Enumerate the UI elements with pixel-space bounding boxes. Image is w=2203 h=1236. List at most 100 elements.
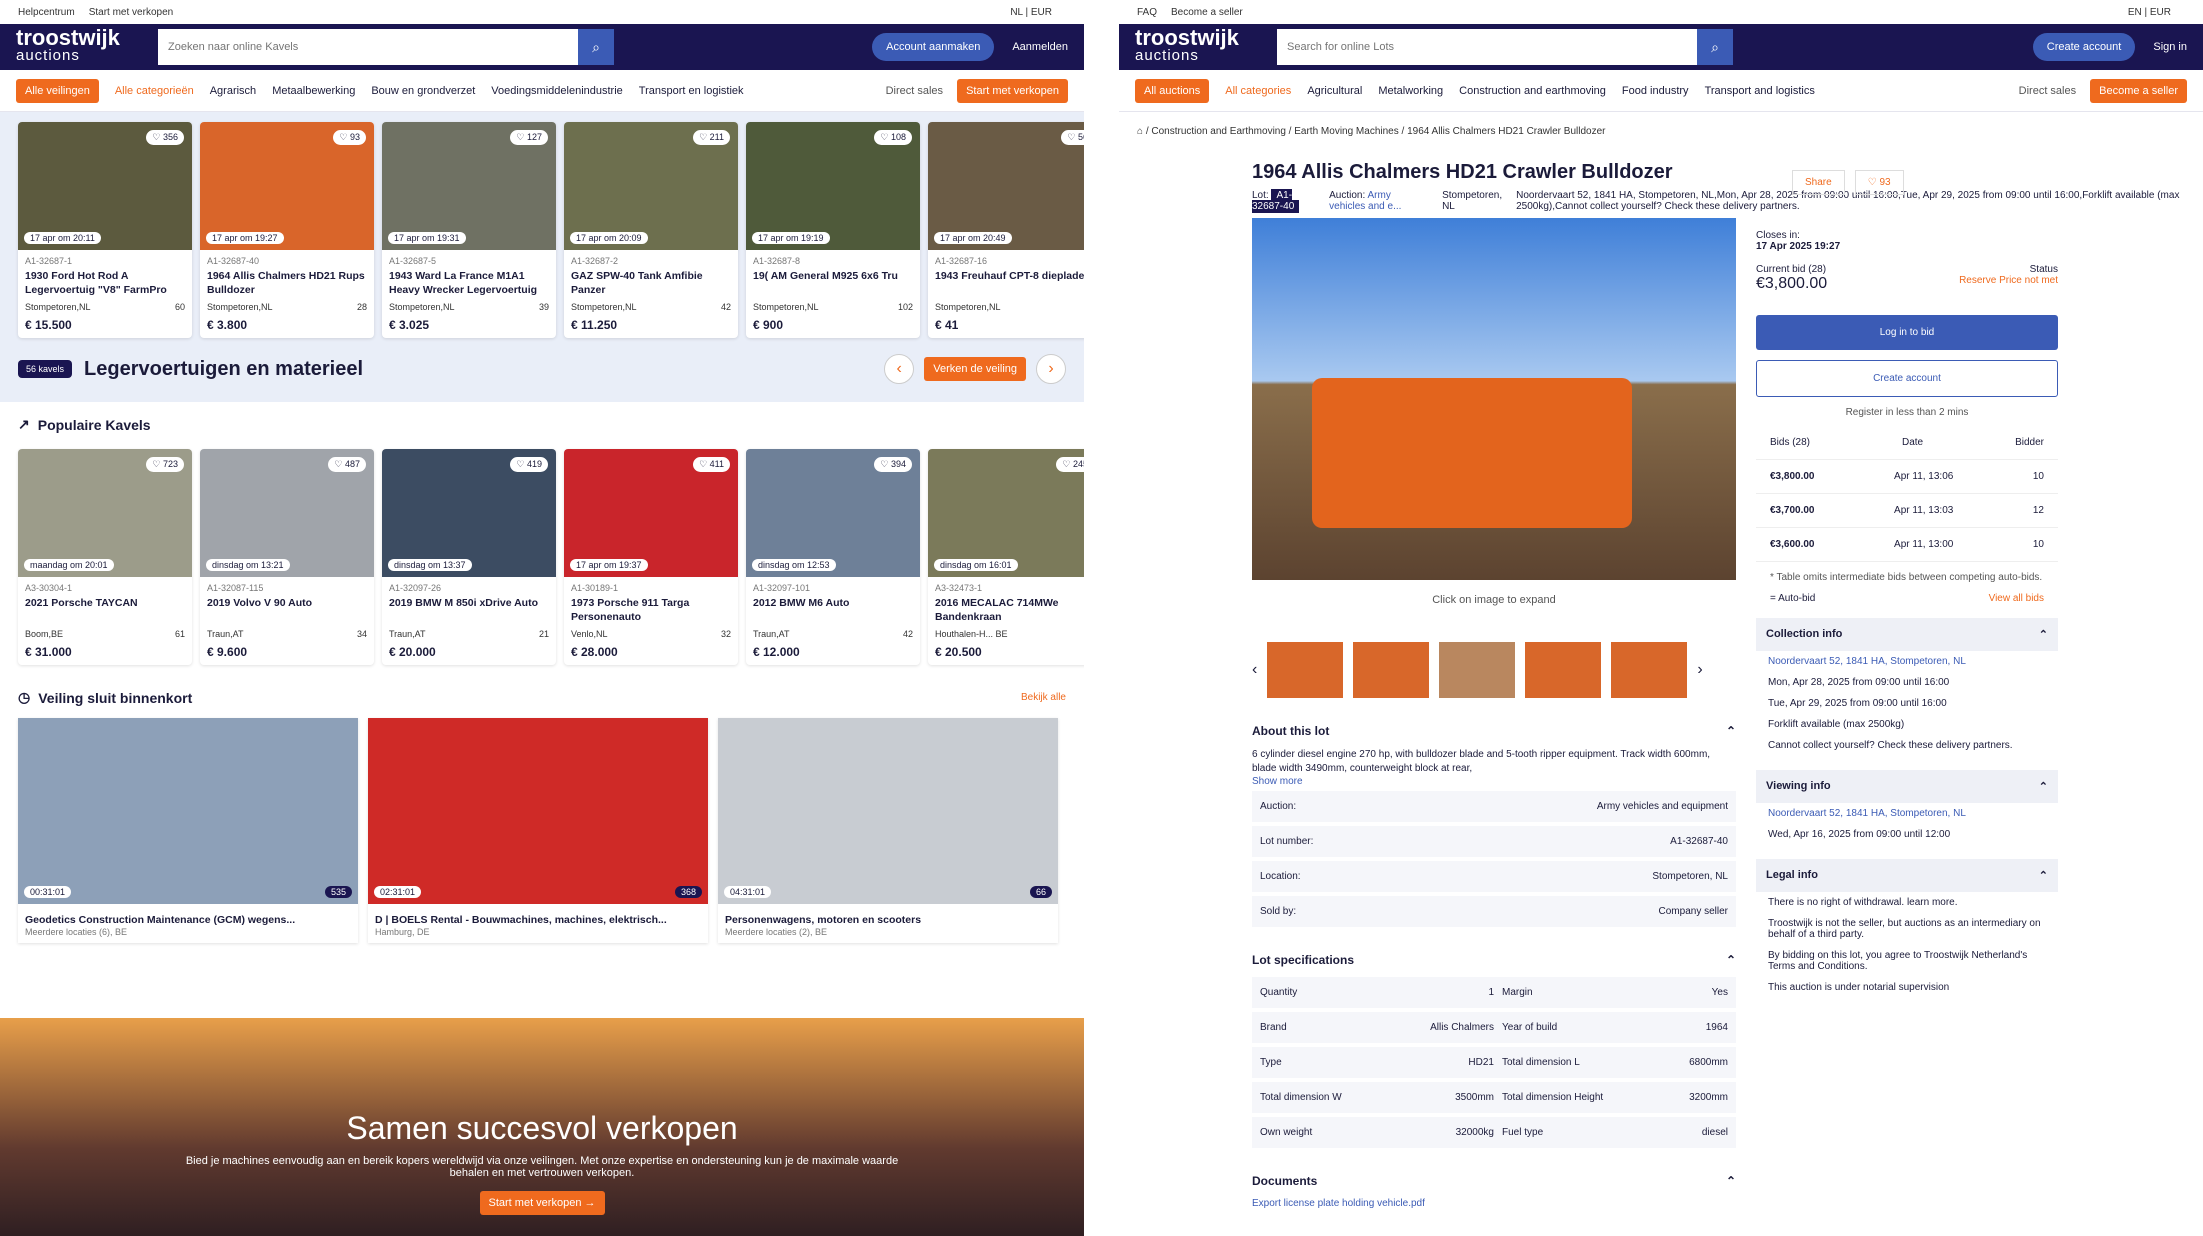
- search-button[interactable]: ⌕: [578, 29, 614, 65]
- auction-title: D | BOELS Rental - Bouwmachines, machine…: [375, 914, 667, 926]
- lot-location: Stompetoren,NL: [935, 302, 1001, 312]
- closing-time: dinsdag om 13:21: [206, 559, 290, 571]
- lot-card[interactable]: ♡ 419 dinsdag om 13:37 A1-32097-26 2019 BMW…: [382, 449, 556, 665]
- nav-item[interactable]: Transport en logistiek: [639, 85, 744, 97]
- nav-item[interactable]: Bouw en grondverzet: [371, 85, 475, 97]
- about-text: 6 cylinder diesel engine 270 hp, with bu…: [1252, 749, 1711, 774]
- logo[interactable]: troostwijk auctions: [16, 27, 136, 65]
- logo[interactable]: troostwijk auctions: [1135, 27, 1255, 65]
- language-currency[interactable]: NL | EUR: [1010, 7, 1052, 18]
- lot-title: 1964 Allis Chalmers HD21 Crawler Bulldoz…: [1252, 161, 1673, 183]
- lot-card[interactable]: ♡ 245 dinsdag om 16:01 A3-32473-1 2016 MECA…: [928, 449, 1084, 665]
- view-all-link[interactable]: Bekijk alle: [1021, 692, 1066, 703]
- start-selling-link[interactable]: Start met verkopen: [89, 7, 173, 18]
- lot-price: € 3.800: [207, 318, 248, 332]
- start-selling-button[interactable]: Start met verkopen: [957, 78, 1068, 103]
- lot-title: 1973 Porsche 911 Targa Personenauto: [571, 597, 690, 623]
- explore-auction-button[interactable]: Verken de veiling: [924, 357, 1026, 381]
- lot-price: € 9.600: [207, 645, 248, 659]
- all-auctions-button[interactable]: All auctions: [1135, 78, 1210, 103]
- create-account-button[interactable]: Create account: [2032, 33, 2136, 61]
- auction-title: Personenwagens, motoren en scooters: [725, 914, 922, 926]
- lot-title: 2019 Volvo V 90 Auto: [207, 597, 313, 609]
- closing-time: 17 apr om 20:49: [934, 232, 1012, 244]
- lot-image: ♡ 394 dinsdag om 12:53: [746, 449, 920, 577]
- favorite-count: ♡ 93: [333, 130, 366, 145]
- viewing-info-header[interactable]: Viewing info ⌃: [1756, 770, 2058, 803]
- documents-header[interactable]: Documents ⌃: [1252, 1174, 1736, 1188]
- lot-card[interactable]: ♡ 127 17 apr om 19:31 A1-32687-5 1943 Ward …: [382, 122, 556, 338]
- signin-button[interactable]: Aanmelden: [1012, 41, 1068, 53]
- auction-card[interactable]: 00:31:01 535 Geodetics Construction Mainte…: [18, 718, 358, 943]
- thumbnail[interactable]: [1267, 642, 1344, 698]
- nav-item[interactable]: Food industry: [1622, 85, 1689, 97]
- lot-image: ♡ 411 17 apr om 19:37: [564, 449, 738, 577]
- lot-card[interactable]: ♡ 487 dinsdag om 13:21 A1-32087-115 2019 Vo…: [200, 449, 374, 665]
- faq-link[interactable]: FAQ: [1137, 7, 1157, 18]
- utility-bar: FAQ Become a seller EN | EUR: [1119, 0, 2203, 24]
- lot-card[interactable]: ♡ 108 17 apr om 19:19 A1-32687-8 19( AM Gen…: [746, 122, 920, 338]
- view-all-bids-link[interactable]: View all bids: [1989, 593, 2044, 604]
- favorite-count: ♡ 487: [328, 457, 366, 472]
- nav-item[interactable]: Agrarisch: [210, 85, 256, 97]
- become-seller-button[interactable]: Become a seller: [2090, 78, 2187, 103]
- nav-item[interactable]: Agricultural: [1307, 85, 1362, 97]
- collection-info-header[interactable]: Collection info ⌃: [1756, 618, 2058, 651]
- next-arrow-icon[interactable]: ›: [1036, 354, 1066, 384]
- show-more-link[interactable]: Show more: [1252, 776, 1736, 787]
- search-input[interactable]: [158, 29, 578, 65]
- bid-row: €3,700.00 Apr 11, 13:03 12: [1756, 494, 2058, 528]
- auction-card[interactable]: 04:31:01 66 Personenwagens, motoren en sco…: [718, 718, 1058, 943]
- auction-card[interactable]: 02:31:01 368 D | BOELS Rental - Bouwmachin…: [368, 718, 708, 943]
- lot-card[interactable]: ♡ 56 17 apr om 20:49 A1-32687-16 1943 Freuh…: [928, 122, 1084, 338]
- lot-card[interactable]: ♡ 211 17 apr om 20:09 A1-32687-2 GAZ SPW-40…: [564, 122, 738, 338]
- lot-card[interactable]: ♡ 723 maandag om 20:01 A3-30304-1 2021 Pors…: [18, 449, 192, 665]
- lot-card[interactable]: ♡ 93 17 apr om 19:27 A1-32687-40 1964 Allis…: [200, 122, 374, 338]
- about-header[interactable]: About this lot ⌃: [1252, 724, 1736, 738]
- create-account-button[interactable]: Account aanmaken: [872, 33, 995, 61]
- thumbnail[interactable]: [1611, 642, 1688, 698]
- lot-card[interactable]: ♡ 394 dinsdag om 12:53 A1-32097-101 2012 BM…: [746, 449, 920, 665]
- all-categories-dropdown[interactable]: Alle categorieën: [115, 85, 194, 97]
- nav-item[interactable]: Construction and earthmoving: [1459, 85, 1606, 97]
- direct-sales-link[interactable]: Direct sales: [886, 85, 943, 97]
- lot-card[interactable]: ♡ 411 17 apr om 19:37 A1-30189-1 1973 Porsc…: [564, 449, 738, 665]
- prev-arrow-icon[interactable]: ‹: [884, 354, 915, 384]
- become-seller-link[interactable]: Become a seller: [1171, 7, 1243, 18]
- legal-info-header[interactable]: Legal info ⌃: [1756, 859, 2058, 892]
- nav-item[interactable]: Voedingsmiddelenindustrie: [491, 85, 622, 97]
- lot-price: € 31.000: [25, 645, 72, 659]
- signin-button[interactable]: Sign in: [2153, 41, 2187, 53]
- next-thumb-icon[interactable]: ›: [1697, 661, 1702, 679]
- reserve-status: Reserve Price not met: [1959, 275, 2058, 286]
- document-link[interactable]: Export license plate holding vehicle.pdf: [1252, 1198, 1736, 1209]
- nav-item[interactable]: Transport and logistics: [1705, 85, 1815, 97]
- spec-header[interactable]: Lot specifications ⌃: [1252, 953, 1736, 967]
- create-account-button[interactable]: Create account: [1756, 360, 2058, 397]
- favorite-count: ♡ 411: [693, 457, 730, 472]
- header: troostwijkauctions ⌕ Create account Sign…: [1119, 24, 2203, 70]
- login-to-bid-button[interactable]: Log in to bid: [1756, 315, 2058, 350]
- thumbnail[interactable]: [1353, 642, 1430, 698]
- main-image[interactable]: [1252, 218, 1736, 580]
- closing-time: 17 apr om 19:37: [570, 559, 648, 571]
- favorite-button[interactable]: ♡ 93: [1854, 170, 1904, 195]
- all-categories-dropdown[interactable]: All categories: [1225, 85, 1291, 97]
- nav-item[interactable]: Metaalbewerking: [272, 85, 355, 97]
- home-icon[interactable]: ⌂: [1137, 126, 1143, 137]
- help-link[interactable]: Helpcentrum: [18, 7, 75, 18]
- thumbnail[interactable]: [1439, 642, 1516, 698]
- popular-carousel: ♡ 723 maandag om 20:01 A3-30304-1 2021 Pors…: [0, 439, 1084, 675]
- hero-cta-button[interactable]: Start met verkopen →: [479, 1191, 605, 1215]
- auction-title[interactable]: Legervoertuigen en materieel: [84, 358, 363, 381]
- all-auctions-button[interactable]: Alle veilingen: [16, 78, 99, 103]
- direct-sales-link[interactable]: Direct sales: [2019, 85, 2076, 97]
- thumbnail[interactable]: [1525, 642, 1602, 698]
- prev-thumb-icon[interactable]: ‹: [1252, 661, 1257, 679]
- nav-item[interactable]: Metalworking: [1378, 85, 1443, 97]
- language-currency[interactable]: EN | EUR: [2128, 7, 2171, 18]
- search-button[interactable]: ⌕: [1697, 29, 1733, 65]
- search-input[interactable]: [1277, 29, 1697, 65]
- share-button[interactable]: Share: [1792, 170, 1845, 195]
- lot-card[interactable]: ♡ 356 17 apr om 20:11 A1-32687-1 1930 Ford …: [18, 122, 192, 338]
